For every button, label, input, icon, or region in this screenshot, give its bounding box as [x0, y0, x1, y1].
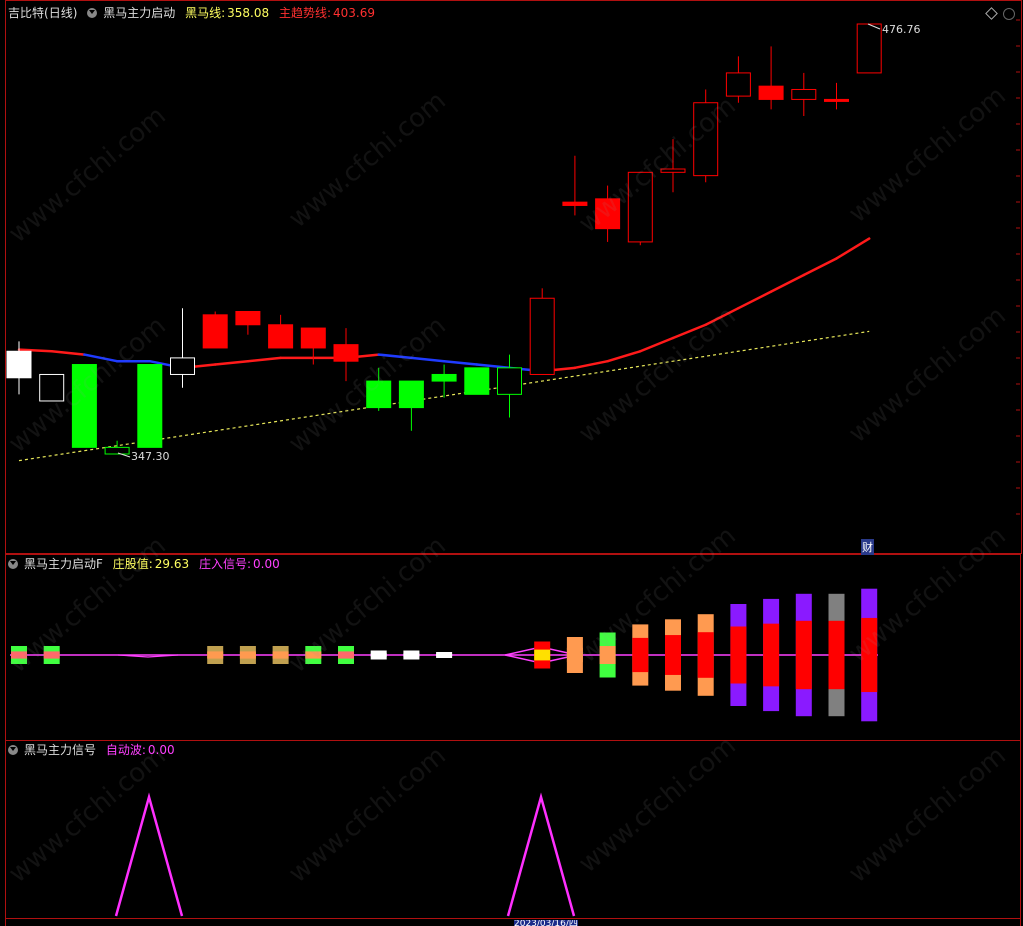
trend-line-segment	[802, 257, 838, 277]
candle	[300, 327, 326, 349]
candle	[464, 367, 490, 395]
sub1-val2-label: 庄入信号:	[198, 557, 252, 571]
trend-line-segment	[835, 237, 871, 260]
f-bar-inner	[272, 651, 289, 659]
f-bar-inner	[370, 653, 387, 657]
trend-line-segment	[606, 350, 642, 363]
dropdown-icon[interactable]	[8, 559, 18, 569]
f-bar-inner	[436, 653, 453, 657]
sub1-val2-value: 0.00	[253, 557, 280, 571]
finance-badge[interactable]: 财	[861, 539, 874, 555]
main-panel-border	[5, 0, 1022, 554]
trend-line-segment	[639, 336, 675, 353]
sub2-title[interactable]: 黑马主力信号	[24, 743, 96, 757]
f-bar-inner	[861, 617, 878, 693]
candle	[398, 380, 424, 409]
f-bar-inner	[730, 626, 747, 684]
candle	[497, 367, 522, 395]
trend-line-segment	[671, 323, 707, 340]
line1-value: 358.08	[227, 6, 270, 20]
chart-canvas[interactable]	[0, 0, 1023, 926]
dropdown-icon[interactable]	[87, 8, 98, 18]
candle	[595, 198, 621, 230]
trend-line-segment	[213, 359, 250, 366]
settings-icon[interactable]	[1003, 8, 1015, 20]
f-bar-inner	[795, 620, 812, 690]
date-axis-label: 2023/03/16/四	[514, 920, 578, 926]
low-price-label: 347.30	[131, 450, 170, 463]
sub1-val1-label: 庄股值:	[112, 557, 153, 571]
line2-value: 403.69	[332, 6, 375, 20]
candle	[660, 168, 686, 173]
f-bar-inner	[239, 651, 256, 659]
f-bar-inner	[566, 647, 583, 663]
candle	[562, 201, 588, 206]
f-bar-inner	[665, 635, 681, 675]
sub-panel2-header: 黑马主力信号 自动波: 0.00	[8, 742, 181, 758]
signal-peak	[114, 792, 184, 917]
f-bar-inner	[11, 651, 27, 659]
candle	[824, 98, 849, 102]
indicator-name[interactable]: 黑马主力启动	[103, 6, 175, 20]
trend-line-segment	[704, 306, 740, 327]
f-bar-inner	[403, 653, 420, 657]
f-bar-inner	[763, 623, 780, 687]
dropdown-icon[interactable]	[8, 745, 18, 755]
signal-peak	[506, 792, 576, 917]
candle	[725, 72, 751, 97]
f-bar-inner	[338, 651, 354, 659]
candle	[856, 23, 882, 74]
candle	[137, 364, 163, 448]
sub-panel1-header: 黑马主力启动F 庄股值: 29.63 庄入信号: 0.00	[8, 556, 286, 572]
f-bar-inner	[828, 620, 845, 690]
candle	[431, 373, 457, 382]
f-bar-inner	[43, 651, 60, 659]
candle	[529, 297, 555, 375]
candle	[366, 380, 392, 409]
line2-label: 主趋势线:	[278, 6, 331, 20]
symbol-name[interactable]: 吉比特	[8, 6, 44, 20]
candle	[693, 102, 719, 177]
sub1-title[interactable]: 黑马主力启动F	[24, 557, 103, 571]
trend-line-segment	[442, 359, 479, 366]
candle	[202, 314, 228, 349]
candle	[268, 324, 294, 349]
candle	[627, 171, 653, 243]
candle	[333, 344, 359, 362]
candle	[71, 364, 97, 448]
high-price-label: 476.76	[882, 23, 921, 36]
candle	[6, 350, 32, 379]
sub2-val-label: 自动波:	[105, 743, 146, 757]
trend-line-segment	[83, 353, 119, 363]
f-bar-inner	[534, 649, 551, 661]
f-bar-inner	[632, 637, 649, 673]
candle	[235, 311, 261, 326]
f-bar-inner	[207, 651, 224, 659]
candle	[39, 373, 65, 402]
f-bar-inner	[697, 632, 714, 678]
trend-line-segment	[769, 273, 806, 293]
trend-line-segment	[377, 353, 413, 360]
f-bar-inner	[305, 651, 322, 659]
main-panel-header: 吉比特(日线) 黑马主力启动 黑马线: 358.08 主趋势线: 403.69	[8, 5, 381, 21]
candle	[791, 88, 817, 100]
candle	[170, 357, 195, 375]
sub1-val1-value: 29.63	[154, 557, 190, 571]
f-bar-inner	[599, 646, 616, 664]
candle	[104, 446, 130, 455]
trend-line-segment	[573, 359, 609, 370]
trend-line-segment	[50, 350, 86, 356]
line1-label: 黑马线:	[185, 6, 226, 20]
candle	[758, 85, 784, 100]
trend-line-segment	[410, 356, 446, 363]
trend-line-segment	[246, 356, 282, 363]
sub2-val-value: 0.00	[147, 743, 175, 757]
trend-line-segment	[737, 290, 773, 310]
period-label: (日线)	[44, 6, 78, 20]
